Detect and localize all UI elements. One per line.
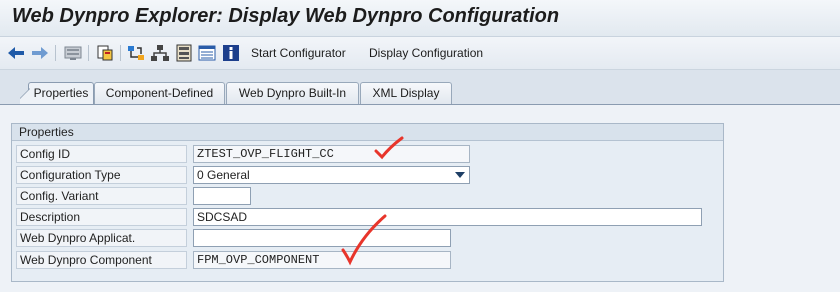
configuration-type-value: 0 General: [197, 168, 250, 182]
hierarchy-icon[interactable]: [126, 43, 146, 63]
layout-icon[interactable]: [174, 43, 194, 63]
application-toolbar: Start Configurator Display Configuration: [0, 37, 840, 70]
tab-properties[interactable]: Properties: [20, 82, 94, 105]
list-icon[interactable]: [197, 43, 217, 63]
config-variant-label: Config. Variant: [16, 187, 187, 205]
tab-strip-area: Properties Component-Defined Web Dynpro …: [0, 70, 840, 292]
web-dynpro-component-field[interactable]: FPM_OVP_COMPONENT: [193, 251, 451, 269]
tab-component-defined[interactable]: Component-Defined: [94, 82, 225, 104]
configuration-type-select[interactable]: 0 General: [193, 166, 470, 184]
tree-structure-icon[interactable]: [150, 43, 170, 63]
display-configuration-button[interactable]: Display Configuration: [369, 46, 483, 60]
toolbar-separator: [120, 45, 121, 61]
config-id-field[interactable]: ZTEST_OVP_FLIGHT_CC: [193, 145, 470, 163]
config-id-label: Config ID: [16, 145, 187, 163]
configuration-type-label: Configuration Type: [16, 166, 187, 184]
config-variant-field[interactable]: [193, 187, 251, 205]
toolbar-separator: [88, 45, 89, 61]
chevron-down-icon[interactable]: [455, 172, 465, 178]
toolbar-separator: [55, 45, 56, 61]
description-row: Description SDCSAD: [16, 208, 719, 227]
web-dynpro-application-row: Web Dynpro Applicat.: [16, 229, 719, 248]
info-icon[interactable]: [221, 43, 241, 63]
title-bar: Web Dynpro Explorer: Display Web Dynpro …: [0, 0, 840, 37]
start-configurator-button[interactable]: Start Configurator: [251, 46, 346, 60]
web-dynpro-application-label: Web Dynpro Applicat.: [16, 229, 187, 247]
description-label: Description: [16, 208, 187, 226]
properties-panel: Properties Config ID ZTEST_OVP_FLIGHT_CC…: [0, 104, 840, 292]
other-object-icon[interactable]: [95, 43, 115, 63]
web-dynpro-component-label: Web Dynpro Component: [16, 251, 187, 269]
web-dynpro-component-row: Web Dynpro Component FPM_OVP_COMPONENT: [16, 251, 719, 270]
tab-xml-display[interactable]: XML Display: [360, 82, 452, 104]
display-change-icon[interactable]: [63, 43, 83, 63]
config-id-row: Config ID ZTEST_OVP_FLIGHT_CC: [16, 145, 719, 164]
config-variant-row: Config. Variant: [16, 187, 719, 206]
description-field[interactable]: SDCSAD: [193, 208, 702, 226]
configuration-type-row: Configuration Type 0 General: [16, 166, 719, 185]
tab-web-dynpro-built-in[interactable]: Web Dynpro Built-In: [226, 82, 359, 104]
web-dynpro-application-field[interactable]: [193, 229, 451, 247]
forward-arrow-icon[interactable]: [30, 43, 50, 63]
group-title: Properties: [12, 124, 723, 141]
back-arrow-icon[interactable]: [6, 43, 26, 63]
window-title: Web Dynpro Explorer: Display Web Dynpro …: [12, 5, 560, 27]
properties-group: Properties Config ID ZTEST_OVP_FLIGHT_CC…: [11, 123, 724, 282]
